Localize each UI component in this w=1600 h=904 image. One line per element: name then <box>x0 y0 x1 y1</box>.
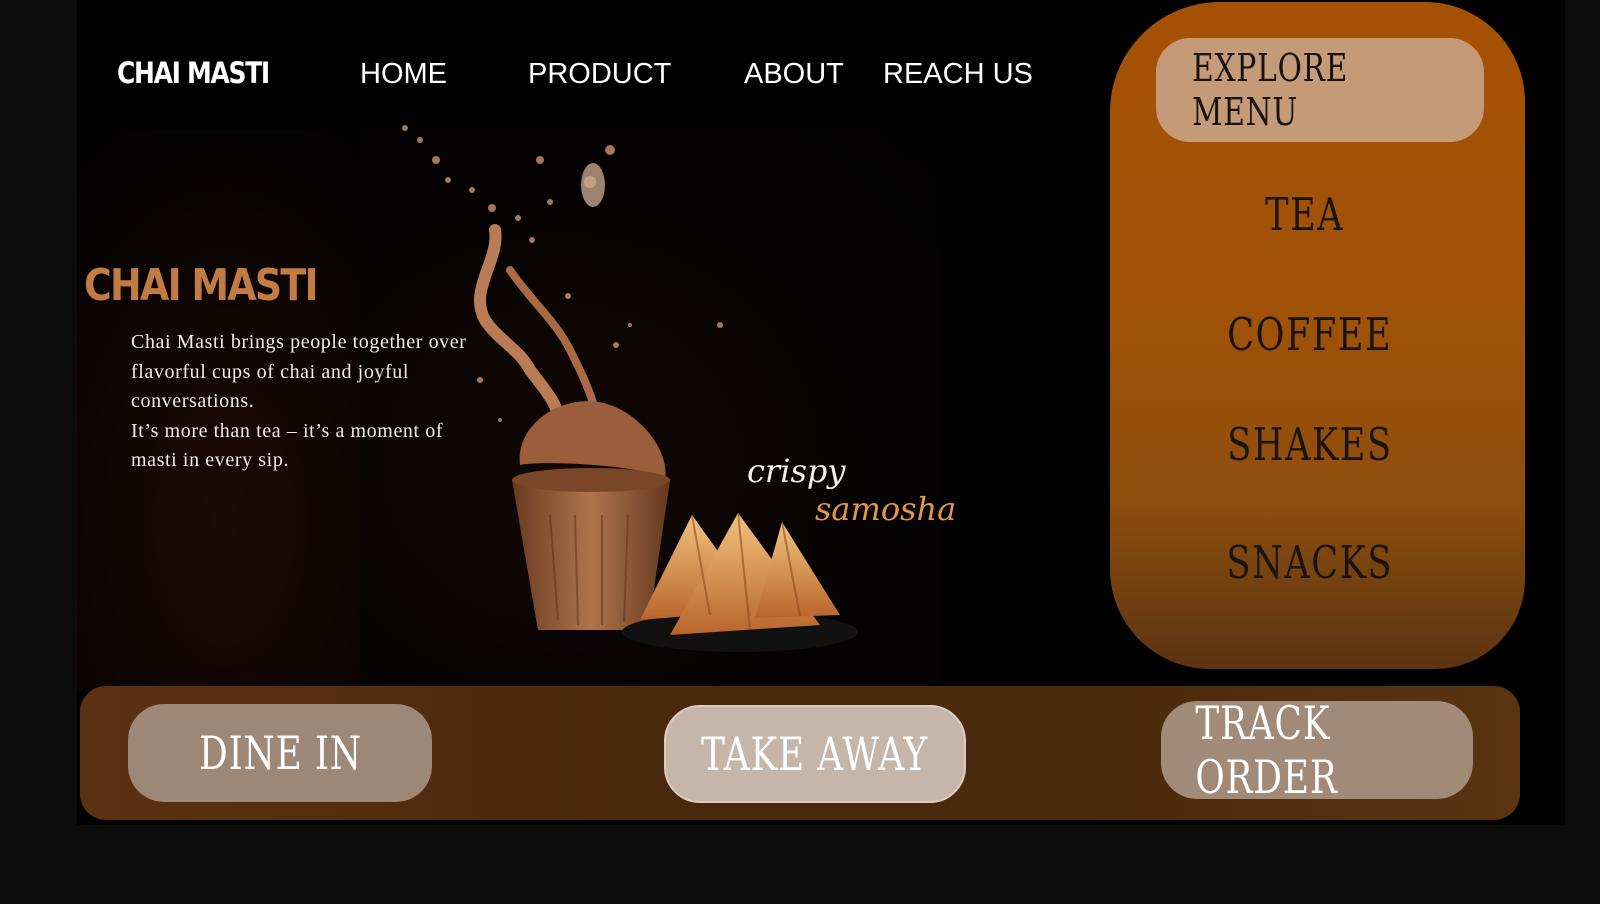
brand-logo[interactable]: CHAI MASTI <box>117 56 270 90</box>
dine-in-button[interactable]: DINE IN <box>128 704 432 802</box>
nav-about[interactable]: ABOUT <box>744 58 844 91</box>
take-away-label: TAKE AWAY <box>701 727 929 781</box>
dine-in-label: DINE IN <box>198 726 362 780</box>
nav-product[interactable]: PRODUCT <box>528 58 671 91</box>
track-order-button[interactable]: TRACK ORDER <box>1161 696 1473 804</box>
track-order-label: TRACK ORDER <box>1195 696 1338 804</box>
splash-droplets <box>402 125 723 422</box>
menu-item-snacks[interactable]: SNACKS <box>1160 536 1460 589</box>
hero-title: CHAI MASTI <box>84 260 319 311</box>
menu-item-tea-label: TEA <box>1265 188 1345 241</box>
tag-crispy: crispy <box>747 452 846 490</box>
menu-item-shakes-label: SHAKES <box>1227 418 1393 471</box>
menu-item-shakes[interactable]: SHAKES <box>1160 418 1460 471</box>
menu-item-coffee[interactable]: COFFEE <box>1160 308 1460 361</box>
explore-menu-button[interactable]: EXPLORE MENU <box>1156 38 1484 142</box>
menu-item-snacks-label: SNACKS <box>1226 536 1394 589</box>
tag-samosha: samosha <box>815 490 957 528</box>
chai-splash-illustration <box>402 125 858 652</box>
nav-home[interactable]: HOME <box>360 58 447 91</box>
explore-menu-label: EXPLORE MENU <box>1192 46 1349 134</box>
take-away-button[interactable]: TAKE AWAY <box>664 705 966 803</box>
menu-item-tea[interactable]: TEA <box>1155 188 1455 241</box>
nav-reach-us[interactable]: REACH US <box>883 58 1033 91</box>
menu-item-coffee-label: COFFEE <box>1227 308 1393 361</box>
